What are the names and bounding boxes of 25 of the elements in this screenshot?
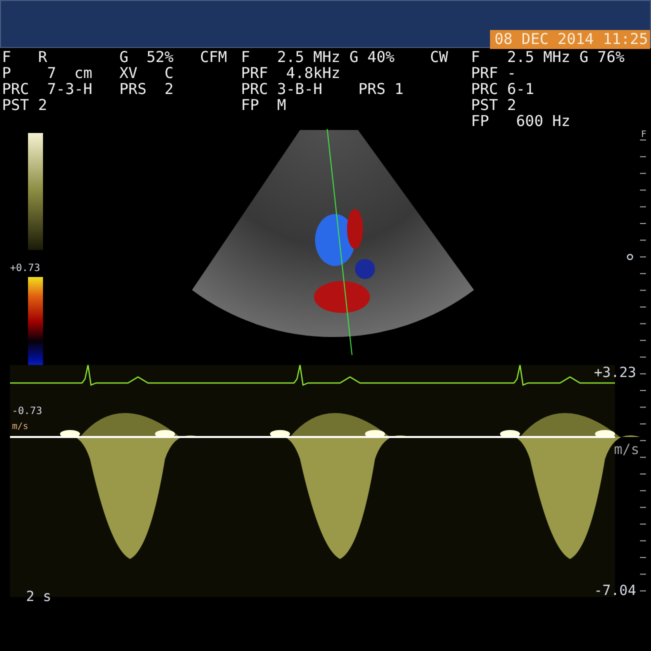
color-scale-unit: m/s	[12, 422, 28, 432]
mode-label: CW	[430, 49, 450, 68]
parameter-line: PRF 4.8kHz	[241, 65, 342, 81]
parameter-line: FP M	[241, 97, 288, 113]
parameter-line: F 2.5 MHz G 76%	[471, 49, 625, 65]
parameter-line: F 2.5 MHz G 40%	[241, 49, 396, 65]
parameter-line: F R G 52%	[2, 49, 174, 65]
spectrum-bottom-label: -7.04	[594, 583, 636, 599]
time-scale-label: 2 s	[26, 589, 52, 605]
color-scale-top-label: +0.73	[10, 263, 40, 274]
parameter-line: P 7 cm XV C	[2, 65, 174, 81]
spectrum-top-label: +3.23	[594, 365, 636, 381]
parameter-line: FP 600 Hz	[471, 113, 572, 129]
depth-scale-label: F	[641, 130, 646, 140]
date-time: 08 DEC 2014 11:25	[490, 30, 650, 49]
parameter-line: PRC 7-3-H PRS 2	[2, 81, 174, 97]
parameter-line: PRF -	[471, 65, 518, 81]
mode-label: CFM	[200, 49, 228, 68]
parameter-line: PRC 3-B-H PRS 1	[241, 81, 404, 97]
parameter-line: PRC 6-1	[471, 81, 536, 97]
parameter-line: PST 2	[2, 97, 48, 113]
focus-marker-icon	[626, 254, 634, 260]
parameter-line: PST 2	[471, 97, 517, 113]
spectrum-unit: m/s	[614, 442, 640, 458]
color-scale-bottom-label: -0.73	[12, 406, 42, 417]
